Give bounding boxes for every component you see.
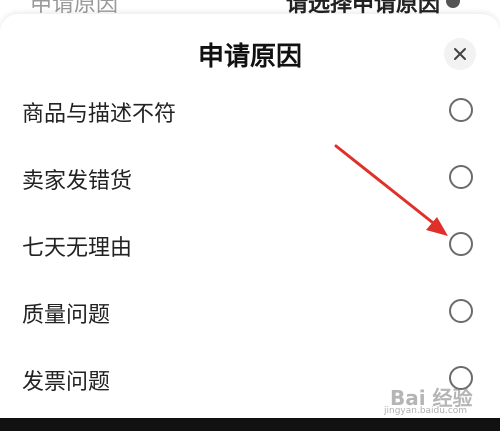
annotation-arrow-icon — [334, 144, 448, 236]
watermark-url: jingyan.baidu.com — [384, 406, 468, 416]
bottom-bar — [0, 418, 500, 431]
watermark-logo: Bai 经验 jingyan.baidu.com — [384, 380, 494, 420]
